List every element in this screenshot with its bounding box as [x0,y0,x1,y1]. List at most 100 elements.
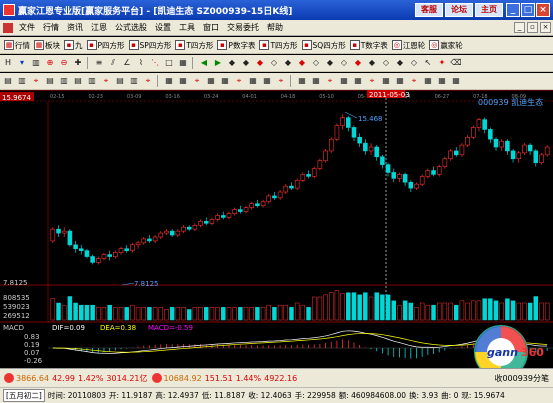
mark-icon[interactable]: ✦ [436,57,448,69]
cross-icon[interactable]: ✚ [72,57,84,69]
bars-icon[interactable]: ▤ [2,75,14,87]
table-icon[interactable]: ▦ [450,75,462,87]
diamond-icon[interactable]: ◆ [394,57,406,69]
cycle-icon[interactable]: ⌇ [135,57,147,69]
toolbar-winner-wheel-button[interactable]: ◎ 赢家轮 [429,40,463,51]
line-icon[interactable]: H [2,57,14,69]
diamond-red-icon[interactable]: ◆ [254,57,266,69]
arrow-left-icon[interactable]: ◀ [198,57,210,69]
kline-chart[interactable]: 15.9674 02-15 02-23 03-09 03-16 03-24 04-01 04… [0,90,553,368]
mark-icon[interactable]: ⌖ [30,75,42,87]
grid-tool-icon[interactable]: ▦ [177,57,189,69]
menu-window[interactable]: 窗口 [199,22,223,33]
menu-tools[interactable]: 工具 [175,22,199,33]
mark-icon[interactable]: ⌖ [142,75,154,87]
table-icon[interactable]: ▦ [296,75,308,87]
ticks-link[interactable]: 收000939分笔 [494,373,549,384]
bars-icon[interactable]: ▤ [72,75,84,87]
channel-icon[interactable]: ⫽ [107,57,119,69]
table-icon[interactable]: ▦ [338,75,350,87]
toolbar-quotes-button[interactable]: ▦ 行情 [4,40,30,51]
table-icon[interactable]: ▦ [436,75,448,87]
table-icon[interactable]: ▦ [247,75,259,87]
bars-icon[interactable]: ▤ [44,75,56,87]
diamond-icon[interactable]: ◆ [240,57,252,69]
mark-icon[interactable]: ⌖ [233,75,245,87]
zoom-out-icon[interactable]: ⊖ [58,57,70,69]
box-tool-icon[interactable]: □ [163,57,175,69]
diamond-icon[interactable]: ◇ [380,57,392,69]
toolbar-t-square-button[interactable]: ▪ T四方形 [175,40,213,51]
mark-icon[interactable]: ⌖ [191,75,203,87]
menu-help[interactable]: 帮助 [263,22,287,33]
bars-icon[interactable]: ▥ [58,75,70,87]
mark-icon[interactable]: ⌖ [100,75,112,87]
minimize-button[interactable]: _ [506,3,520,17]
toolbar-nine-button[interactable]: ▪ 九 [64,40,83,51]
bars-icon[interactable]: ▥ [128,75,140,87]
menu-formula[interactable]: 公式选股 [111,22,151,33]
mark-icon[interactable]: ⌖ [324,75,336,87]
mdi-close-icon[interactable]: × [540,22,551,33]
angle-icon[interactable]: ∠ [121,57,133,69]
mdi-restore-icon[interactable]: ▫ [527,22,538,33]
table-icon[interactable]: ▦ [205,75,217,87]
sh-index[interactable]: 3866.64 42.99 1.42% 3014.21亿 [4,373,148,384]
table-icon[interactable]: ▦ [219,75,231,87]
diamond-icon[interactable]: ◇ [408,57,420,69]
menu-file[interactable]: 文件 [15,22,39,33]
home-button[interactable]: 主页 [475,3,503,17]
toolbar-sector-button[interactable]: ▦ 板块 [34,40,60,51]
table-icon[interactable]: ▦ [380,75,392,87]
close-button[interactable]: × [536,3,550,17]
toolbar-sq-square-button[interactable]: ▪ SQ四方形 [301,40,346,51]
toolbar-t-table-button[interactable]: ▪ T数字表 [349,40,388,51]
zoom-in-icon[interactable]: ⊕ [44,57,56,69]
table-icon[interactable]: ▦ [163,75,175,87]
toolbar-sp-square-button[interactable]: ▪ SP四方形 [128,40,171,51]
fib-icon[interactable]: ≡ [93,57,105,69]
fan-icon[interactable]: ⋱ [149,57,161,69]
menu-settings[interactable]: 设置 [151,22,175,33]
bars-icon[interactable]: ▥ [86,75,98,87]
diamond-icon[interactable]: ◆ [366,57,378,69]
table-icon[interactable]: ▦ [310,75,322,87]
k-line-icon[interactable]: ▥ [30,57,42,69]
eraser-icon[interactable]: ⌫ [450,57,462,69]
toolbar-p-table-button[interactable]: ▪ P数字表 [217,40,255,51]
arrow-right-icon[interactable]: ▶ [212,57,224,69]
diamond-icon[interactable]: ◇ [268,57,280,69]
mdi-minimize-icon[interactable]: _ [514,22,525,33]
maximize-button[interactable]: □ [521,3,535,17]
mark-icon[interactable]: ⌖ [275,75,287,87]
cursor-icon[interactable]: ↖ [422,57,434,69]
diamond-icon[interactable]: ◇ [310,57,322,69]
table-icon[interactable]: ▦ [352,75,364,87]
diamond-icon[interactable]: ◇ [338,57,350,69]
chart-area[interactable]: 15.9674 02-15 02-23 03-09 03-16 03-24 04-01 04… [0,90,553,368]
toolbar-t-square2-button[interactable]: ▪ T四方形 [259,40,298,51]
bars-icon[interactable]: ▥ [16,75,28,87]
forum-button[interactable]: 论坛 [445,3,473,17]
table-icon[interactable]: ▦ [177,75,189,87]
toolbar-gann-wheel-button[interactable]: ◎ 江恩轮 [391,40,425,51]
diamond-icon[interactable]: ◆ [226,57,238,69]
diamond-icon[interactable]: ◆ [324,57,336,69]
mark-icon[interactable]: ⌖ [408,75,420,87]
diamond-red-icon[interactable]: ◆ [296,57,308,69]
mark-icon[interactable]: ⌖ [366,75,378,87]
sz-index[interactable]: 10684.92 151.51 1.44% 4922.16 [151,373,297,383]
service-button[interactable]: 客服 [415,3,443,17]
bars-icon[interactable]: ▤ [114,75,126,87]
dropdown-icon[interactable]: ▾ [16,57,28,69]
diamond-red-icon[interactable]: ◆ [352,57,364,69]
table-icon[interactable]: ▦ [261,75,273,87]
table-icon[interactable]: ▦ [422,75,434,87]
diamond-icon[interactable]: ◆ [282,57,294,69]
menu-news[interactable]: 资讯 [63,22,87,33]
toolbar-p-square-button[interactable]: ▪ P四方形 [86,40,125,51]
menu-trade[interactable]: 交易委托 [223,22,263,33]
table-icon[interactable]: ▦ [394,75,406,87]
menu-gann[interactable]: 江恩 [87,22,111,33]
menu-quotes[interactable]: 行情 [39,22,63,33]
